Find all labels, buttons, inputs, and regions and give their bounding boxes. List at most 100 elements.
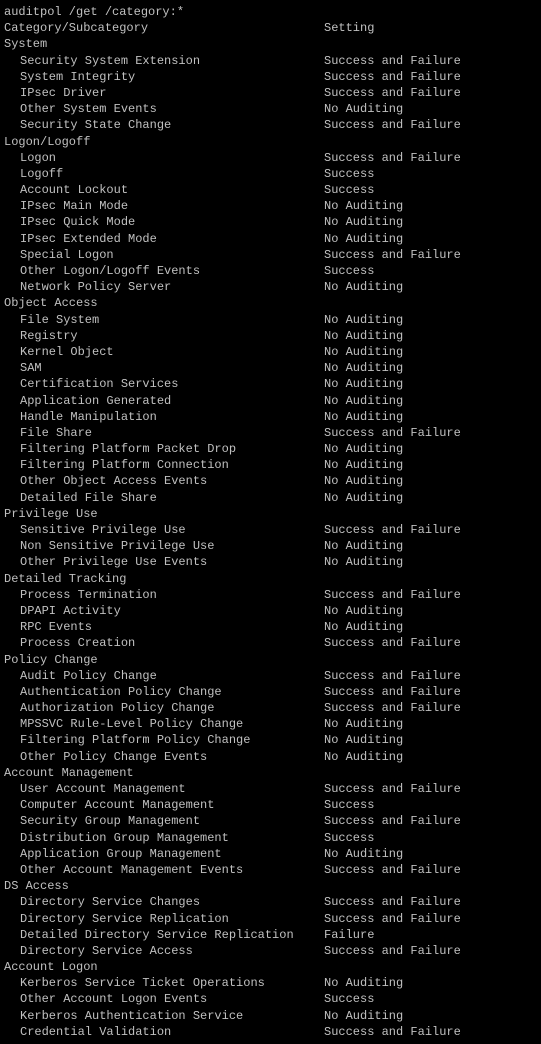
table-row: Sensitive Privilege UseSuccess and Failu…: [4, 522, 537, 538]
row-setting: Failure: [324, 927, 537, 943]
row-subcategory: Other Logon/Logoff Events: [4, 263, 324, 279]
section-header-object-access: Object Access: [4, 295, 537, 311]
table-row: Authorization Policy ChangeSuccess and F…: [4, 700, 537, 716]
row-setting: No Auditing: [324, 344, 537, 360]
row-setting: Success and Failure: [324, 425, 537, 441]
section-header-privilege-use: Privilege Use: [4, 506, 537, 522]
table-row: Application Group ManagementNo Auditing: [4, 846, 537, 862]
table-row: Kerberos Authentication ServiceNo Auditi…: [4, 1008, 537, 1024]
row-setting: Success: [324, 166, 537, 182]
section-header-ds-access: DS Access: [4, 878, 537, 894]
row-setting: Success and Failure: [324, 813, 537, 829]
table-row: MPSSVC Rule-Level Policy ChangeNo Auditi…: [4, 716, 537, 732]
row-setting: Success and Failure: [324, 587, 537, 603]
row-setting: Success and Failure: [324, 894, 537, 910]
section-header-detailed-tracking: Detailed Tracking: [4, 571, 537, 587]
row-setting: Success: [324, 991, 537, 1007]
row-setting: No Auditing: [324, 101, 537, 117]
table-row: IPsec DriverSuccess and Failure: [4, 85, 537, 101]
column-headers: Category/Subcategory Setting: [4, 20, 537, 36]
row-subcategory: RPC Events: [4, 619, 324, 635]
row-setting: No Auditing: [324, 490, 537, 506]
table-row: Network Policy ServerNo Auditing: [4, 279, 537, 295]
table-row: LogoffSuccess: [4, 166, 537, 182]
table-row: Other Privilege Use EventsNo Auditing: [4, 554, 537, 570]
section-header-system: System: [4, 36, 537, 52]
table-row: Detailed Directory Service ReplicationFa…: [4, 927, 537, 943]
row-setting: No Auditing: [324, 538, 537, 554]
row-subcategory: IPsec Driver: [4, 85, 324, 101]
table-row: Other Account Logon EventsSuccess: [4, 991, 537, 1007]
row-subcategory: Process Termination: [4, 587, 324, 603]
table-row: Credential ValidationSuccess and Failure: [4, 1024, 537, 1040]
row-setting: Success: [324, 263, 537, 279]
row-subcategory: Filtering Platform Connection: [4, 457, 324, 473]
row-setting: Success and Failure: [324, 684, 537, 700]
row-setting: Success: [324, 182, 537, 198]
row-subcategory: Sensitive Privilege Use: [4, 522, 324, 538]
table-row: Filtering Platform ConnectionNo Auditing: [4, 457, 537, 473]
row-subcategory: File System: [4, 312, 324, 328]
table-row: Application GeneratedNo Auditing: [4, 393, 537, 409]
row-subcategory: Other Account Management Events: [4, 862, 324, 878]
table-row: Directory Service ChangesSuccess and Fai…: [4, 894, 537, 910]
row-subcategory: Security State Change: [4, 117, 324, 133]
row-subcategory: Other Policy Change Events: [4, 749, 324, 765]
table-row: Computer Account ManagementSuccess: [4, 797, 537, 813]
row-subcategory: Filtering Platform Packet Drop: [4, 441, 324, 457]
table-row: Filtering Platform Packet DropNo Auditin…: [4, 441, 537, 457]
table-row: Certification ServicesNo Auditing: [4, 376, 537, 392]
table-row: Security State ChangeSuccess and Failure: [4, 117, 537, 133]
row-setting: Success and Failure: [324, 1024, 537, 1040]
row-setting: Success and Failure: [324, 700, 537, 716]
section-header-policy-change: Policy Change: [4, 652, 537, 668]
row-subcategory: IPsec Quick Mode: [4, 214, 324, 230]
table-row: Other Policy Change EventsNo Auditing: [4, 749, 537, 765]
row-subcategory: Authentication Policy Change: [4, 684, 324, 700]
row-subcategory: Authorization Policy Change: [4, 700, 324, 716]
table-row: Other Account Management EventsSuccess a…: [4, 862, 537, 878]
table-row: Account LockoutSuccess: [4, 182, 537, 198]
table-row: Process CreationSuccess and Failure: [4, 635, 537, 651]
row-setting: No Auditing: [324, 279, 537, 295]
row-setting: No Auditing: [324, 441, 537, 457]
table-row: Other Object Access EventsNo Auditing: [4, 473, 537, 489]
row-subcategory: MPSSVC Rule-Level Policy Change: [4, 716, 324, 732]
table-row: RPC EventsNo Auditing: [4, 619, 537, 635]
row-setting: Success and Failure: [324, 522, 537, 538]
row-subcategory: Distribution Group Management: [4, 830, 324, 846]
row-subcategory: File Share: [4, 425, 324, 441]
row-subcategory: Logon: [4, 150, 324, 166]
row-setting: Success and Failure: [324, 247, 537, 263]
row-setting: No Auditing: [324, 328, 537, 344]
row-subcategory: System Integrity: [4, 69, 324, 85]
row-subcategory: Kerberos Authentication Service: [4, 1008, 324, 1024]
row-setting: No Auditing: [324, 732, 537, 748]
row-subcategory: Account Lockout: [4, 182, 324, 198]
row-subcategory: Other Object Access Events: [4, 473, 324, 489]
row-subcategory: Logoff: [4, 166, 324, 182]
row-setting: No Auditing: [324, 1008, 537, 1024]
row-subcategory: Non Sensitive Privilege Use: [4, 538, 324, 554]
header-text: auditpol /get /category:*: [4, 5, 184, 19]
row-setting: No Auditing: [324, 619, 537, 635]
row-setting: Success: [324, 830, 537, 846]
row-subcategory: Security System Extension: [4, 53, 324, 69]
table-row: Distribution Group ManagementSuccess: [4, 830, 537, 846]
row-setting: Success and Failure: [324, 781, 537, 797]
row-subcategory: IPsec Main Mode: [4, 198, 324, 214]
row-setting: Success and Failure: [324, 150, 537, 166]
section-header-account-logon: Account Logon: [4, 959, 537, 975]
row-subcategory: Certification Services: [4, 376, 324, 392]
row-subcategory: Detailed Directory Service Replication: [4, 927, 324, 943]
row-setting: No Auditing: [324, 975, 537, 991]
row-subcategory: User Account Management: [4, 781, 324, 797]
row-setting: No Auditing: [324, 198, 537, 214]
table-row: RegistryNo Auditing: [4, 328, 537, 344]
table-row: IPsec Main ModeNo Auditing: [4, 198, 537, 214]
col-header-setting: Setting: [324, 20, 537, 36]
row-subcategory: Directory Service Access: [4, 943, 324, 959]
row-setting: No Auditing: [324, 603, 537, 619]
row-setting: Success and Failure: [324, 85, 537, 101]
row-subcategory: Filtering Platform Policy Change: [4, 732, 324, 748]
